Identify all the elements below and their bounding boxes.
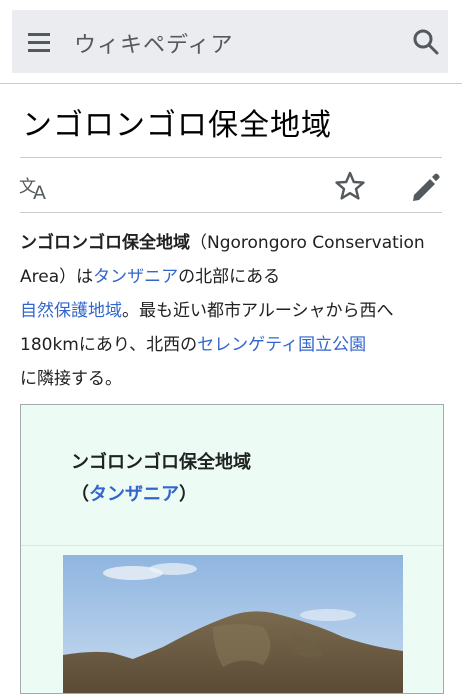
hamburger-menu-icon[interactable] <box>26 30 54 54</box>
article-subject: ンゴロンゴロ保全地域 <box>20 233 190 253</box>
link-conservation-area[interactable]: 自然保護地域 <box>20 301 122 321</box>
language-icon[interactable]: 文 A <box>18 172 52 204</box>
actions-divider <box>20 212 442 213</box>
title-divider <box>20 157 442 158</box>
paren: （ <box>71 484 89 505</box>
site-title[interactable]: ウィキペディア <box>74 27 233 59</box>
infobox-link-tanzania[interactable]: タンザニア <box>89 484 179 505</box>
infobox-title-name: ンゴロンゴロ保全地域 <box>71 452 251 473</box>
intro-text: に隣接する。 <box>20 369 122 389</box>
star-icon[interactable] <box>334 170 366 202</box>
mountain-photo[interactable] <box>63 555 403 693</box>
search-icon[interactable] <box>412 28 440 56</box>
link-serengeti[interactable]: セレンゲティ国立公園 <box>197 335 366 355</box>
intro-paragraph: ンゴロンゴロ保全地域（Ngorongoro Conservation Area）… <box>20 226 450 396</box>
infobox-title: ンゴロンゴロ保全地域 （タンザニア） <box>71 447 251 511</box>
page-title: ンゴロンゴロ保全地域 <box>22 108 332 143</box>
intro-text: の北部にある <box>178 267 281 287</box>
link-tanzania[interactable]: タンザニア <box>93 267 178 287</box>
paren: ） <box>179 484 197 505</box>
infobox-divider <box>21 545 443 546</box>
infobox-title-country: （タンザニア） <box>71 479 251 511</box>
infobox: ンゴロンゴロ保全地域 （タンザニア） <box>20 404 444 694</box>
top-header: ウィキペディア <box>0 0 462 84</box>
edit-pencil-icon[interactable] <box>408 170 442 202</box>
svg-text:A: A <box>33 182 46 202</box>
header-bar: ウィキペディア <box>12 10 448 73</box>
